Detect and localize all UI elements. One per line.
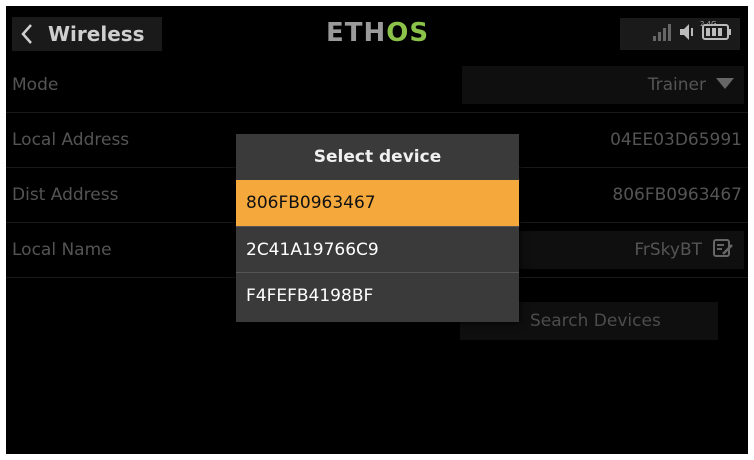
select-device-dialog: Select device 806FB0963467 2C41A19766C9 … (236, 134, 519, 322)
mode-value: Trainer (647, 75, 706, 95)
chevron-left-icon (12, 17, 42, 51)
header-bar: Wireless ETHOS 2.4G (6, 6, 748, 58)
mode-label: Mode (12, 75, 59, 95)
dist-address-label: Dist Address (12, 185, 119, 205)
status-area: 2.4G (620, 18, 740, 50)
local-name-value: FrSkyBT (634, 240, 702, 260)
ethos-logo: ETHOS (326, 18, 430, 48)
signal-icon (652, 22, 672, 46)
dialog-title: Select device (236, 134, 519, 180)
dist-address-value: 806FB0963467 (612, 185, 742, 205)
local-name-label: Local Name (12, 240, 112, 260)
back-button[interactable]: Wireless (12, 17, 162, 51)
dropdown-arrow-icon (716, 75, 734, 95)
device-option[interactable]: F4FEFB4198BF (236, 272, 519, 318)
mode-select[interactable]: Trainer (462, 66, 744, 104)
speaker-icon (678, 22, 696, 46)
mode-row: Mode Trainer (6, 58, 748, 113)
device-option-selected[interactable]: 806FB0963467 (236, 180, 519, 226)
local-address-value: 04EE03D65991 (610, 130, 742, 150)
device-option[interactable]: 2C41A19766C9 (236, 226, 519, 272)
edit-icon (712, 237, 734, 264)
page-title: Wireless (48, 22, 145, 46)
local-address-label: Local Address (12, 130, 130, 150)
band-label: 2.4G (700, 20, 717, 28)
